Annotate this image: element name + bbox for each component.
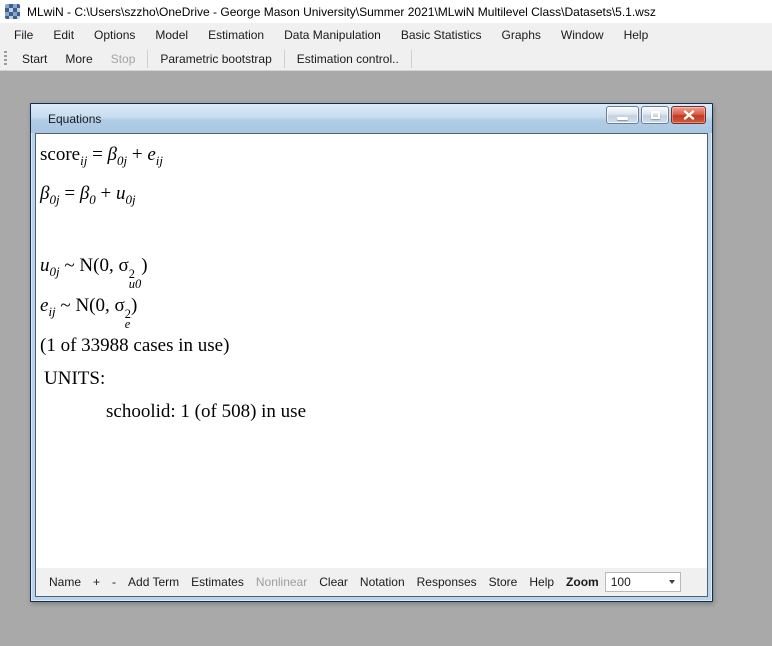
help-button[interactable]: Help	[523, 575, 560, 589]
app-title-bar[interactable]: MLwiN - C:\Users\szzho\OneDrive - George…	[0, 0, 772, 23]
eq-token: score	[40, 144, 80, 165]
eq-token: =	[87, 144, 107, 165]
zoom-label: Zoom	[560, 575, 601, 589]
mdi-desktop: Equations	[0, 72, 772, 646]
eq-token: schoolid: 1 (of 508) in use	[106, 401, 306, 422]
eq-beta: β	[80, 183, 89, 204]
eq-random-effect: u	[40, 255, 50, 276]
eq-subscript: u0	[129, 279, 142, 289]
eq-sigma: σ	[118, 255, 128, 276]
toolbar-separator	[284, 50, 285, 68]
responses-button[interactable]: Responses	[411, 575, 483, 589]
menu-item-estimation[interactable]: Estimation	[198, 23, 274, 47]
maximize-button[interactable]	[641, 106, 669, 124]
close-icon	[683, 110, 695, 120]
minimize-button[interactable]	[606, 106, 639, 124]
menu-item-model[interactable]: Model	[145, 23, 198, 47]
clear-button[interactable]: Clear	[313, 575, 354, 589]
equations-title-bar[interactable]: Equations	[31, 104, 712, 133]
zoom-value: 100	[611, 575, 669, 589]
equations-window: Equations	[30, 103, 713, 602]
equations-window-title: Equations	[48, 112, 101, 126]
add-term-button[interactable]: Add Term	[122, 575, 185, 589]
eq-token: UNITS:	[44, 368, 105, 389]
eq-subscript: ij	[48, 304, 55, 319]
window-title: MLwiN - C:\Users\szzho\OneDrive - George…	[27, 5, 656, 19]
eq-token: )	[131, 295, 137, 316]
menu-item-file[interactable]: File	[4, 23, 43, 47]
app-window: MLwiN - C:\Users\szzho\OneDrive - George…	[0, 0, 772, 71]
equation-display: scoreij = β0j + eij β0j = β0 + u0j u0j ~…	[36, 134, 707, 568]
equation-line-level1[interactable]: scoreij = β0j + eij	[40, 138, 707, 177]
menu-item-basic-statistics[interactable]: Basic Statistics	[391, 23, 492, 47]
menu-item-window[interactable]: Window	[551, 23, 614, 47]
eq-token: (1 of 33988 cases in use)	[40, 335, 229, 356]
equations-toolbar: Name + - Add Term Estimates Nonlinear Cl…	[36, 568, 707, 596]
toolbar-separator	[147, 50, 148, 68]
menu-item-options[interactable]: Options	[84, 23, 145, 47]
name-button[interactable]: Name	[43, 575, 87, 589]
parametric-bootstrap-button[interactable]: Parametric bootstrap	[151, 48, 280, 70]
eq-subscript: 0j	[117, 153, 127, 168]
eq-subscript: e	[125, 319, 131, 329]
toolbar-separator	[411, 50, 412, 68]
schoolid-units-text: schoolid: 1 (of 508) in use	[40, 395, 707, 428]
eq-token: ~ N(0,	[56, 295, 115, 316]
menu-item-edit[interactable]: Edit	[43, 23, 84, 47]
menu-item-graphs[interactable]: Graphs	[492, 23, 551, 47]
main-toolbar: Start More Stop Parametric bootstrap Est…	[0, 47, 772, 71]
eq-subscript: 0j	[50, 264, 60, 279]
estimates-button[interactable]: Estimates	[185, 575, 250, 589]
remove-subscript-button[interactable]: -	[106, 575, 122, 589]
dropdown-arrow-icon	[669, 580, 675, 584]
eq-token: =	[60, 183, 80, 204]
estimation-control-button[interactable]: Estimation control..	[288, 48, 408, 70]
sigma-sup-sub: 2u0	[129, 269, 142, 289]
store-button[interactable]: Store	[483, 575, 524, 589]
add-subscript-button[interactable]: +	[87, 575, 106, 589]
menu-item-data-manipulation[interactable]: Data Manipulation	[274, 23, 391, 47]
maximize-icon	[651, 111, 660, 119]
nonlinear-button: Nonlinear	[250, 575, 313, 589]
eq-sigma: σ	[115, 295, 125, 316]
eq-subscript: 0j	[49, 192, 59, 207]
eq-subscript: 0j	[126, 192, 136, 207]
more-button[interactable]: More	[56, 48, 101, 70]
eq-token: ~ N(0,	[60, 255, 119, 276]
equations-client-area: scoreij = β0j + eij β0j = β0 + u0j u0j ~…	[35, 133, 708, 597]
stop-button: Stop	[102, 48, 145, 70]
start-button[interactable]: Start	[13, 48, 56, 70]
close-button[interactable]	[671, 106, 706, 124]
eq-beta: β	[108, 144, 117, 165]
menu-bar: File Edit Options Model Estimation Data …	[0, 23, 772, 47]
mlwin-app-icon	[5, 4, 20, 19]
equation-line-e-distribution[interactable]: eij ~ N(0, σ2e)	[40, 289, 707, 329]
eq-residual: e	[147, 144, 155, 165]
window-controls	[606, 106, 706, 124]
eq-token: +	[127, 144, 147, 165]
toolbar-grip-handle[interactable]	[4, 51, 7, 67]
eq-subscript: ij	[156, 153, 163, 168]
zoom-combobox[interactable]: 100	[605, 572, 681, 592]
notation-button[interactable]: Notation	[354, 575, 411, 589]
cases-in-use-text: (1 of 33988 cases in use)	[40, 329, 707, 362]
eq-token: )	[141, 255, 147, 276]
eq-random-effect: u	[116, 183, 126, 204]
minimize-icon	[617, 117, 628, 120]
equation-line-level2[interactable]: β0j = β0 + u0j	[40, 177, 707, 216]
eq-token: +	[96, 183, 116, 204]
units-heading: UNITS:	[40, 362, 707, 395]
equation-line-u-distribution[interactable]: u0j ~ N(0, σ2u0)	[40, 249, 707, 289]
menu-item-help[interactable]: Help	[614, 23, 659, 47]
